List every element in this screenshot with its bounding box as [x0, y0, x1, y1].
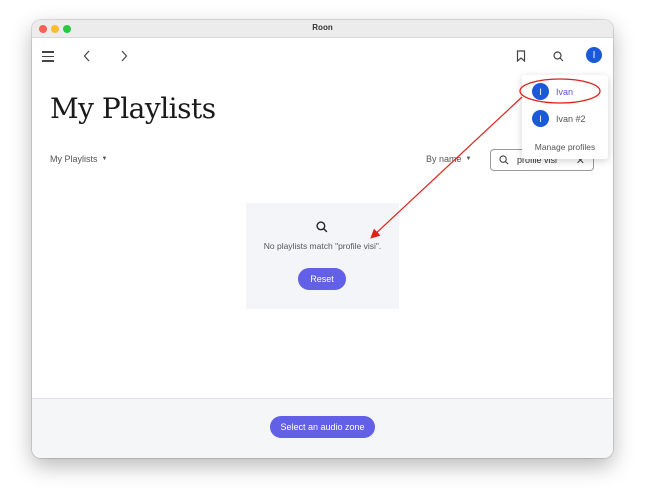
footer-bar: Select an audio zone [32, 398, 613, 458]
caret-down-icon: ▼ [465, 156, 472, 162]
avatar: I [532, 83, 549, 100]
filter-label: My Playlists [50, 154, 98, 164]
chevron-left-icon[interactable] [81, 48, 93, 64]
profile-label: Ivan [556, 86, 574, 97]
select-audio-zone-button[interactable]: Select an audio zone [270, 416, 375, 438]
empty-state-message: No playlists match "profile visi". [263, 241, 382, 251]
reset-button[interactable]: Reset [298, 268, 346, 290]
profile-item-ivan[interactable]: I Ivan [532, 83, 573, 100]
search-icon[interactable] [551, 49, 565, 63]
chevron-right-icon[interactable] [118, 48, 130, 64]
playlist-filter-dropdown[interactable]: My Playlists ▼ [50, 154, 107, 164]
search-icon [499, 155, 509, 165]
hamburger-icon[interactable] [42, 50, 56, 62]
sort-dropdown[interactable]: By name ▼ [426, 154, 471, 164]
profile-menu: I Ivan I Ivan #2 Manage profiles [522, 75, 608, 159]
window-title: Roon [312, 23, 333, 32]
empty-state-card: No playlists match "profile visi". Reset [246, 203, 399, 309]
profile-label: Ivan #2 [556, 113, 586, 124]
title-bar: Roon [32, 20, 613, 38]
page-title: My Playlists [50, 92, 216, 125]
bookmark-icon[interactable] [514, 49, 528, 63]
search-icon [316, 221, 328, 233]
profile-item-ivan-2[interactable]: I Ivan #2 [532, 110, 586, 127]
profile-avatar-button[interactable]: I [586, 47, 602, 63]
manage-profiles-link[interactable]: Manage profiles [522, 142, 608, 152]
caret-down-icon: ▼ [101, 156, 108, 162]
avatar: I [532, 110, 549, 127]
sort-label: By name [426, 154, 462, 164]
